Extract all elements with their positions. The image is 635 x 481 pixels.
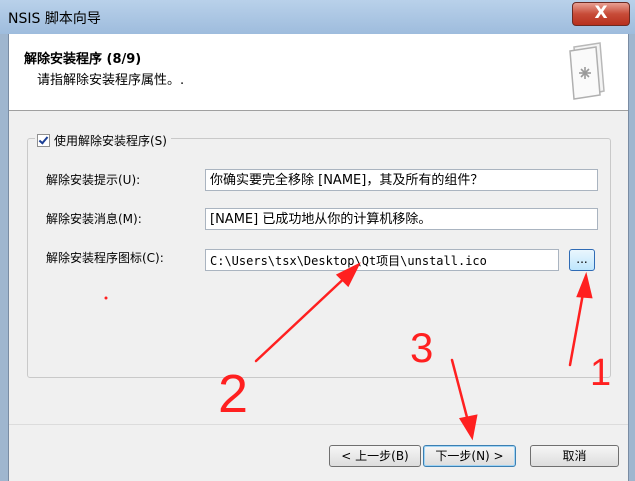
annotation-overlay: 1 2 3 [104, 262, 611, 441]
annotation-arrow-1 [568, 271, 593, 367]
annotation-number-1: 1 [590, 352, 611, 394]
annotation-arrow-3 [450, 358, 478, 441]
annotation-arrow-2 [254, 262, 361, 363]
annotation-number-3: 3 [410, 324, 433, 371]
annotation-number-2: 2 [218, 364, 248, 424]
annotation-dot [104, 296, 108, 300]
